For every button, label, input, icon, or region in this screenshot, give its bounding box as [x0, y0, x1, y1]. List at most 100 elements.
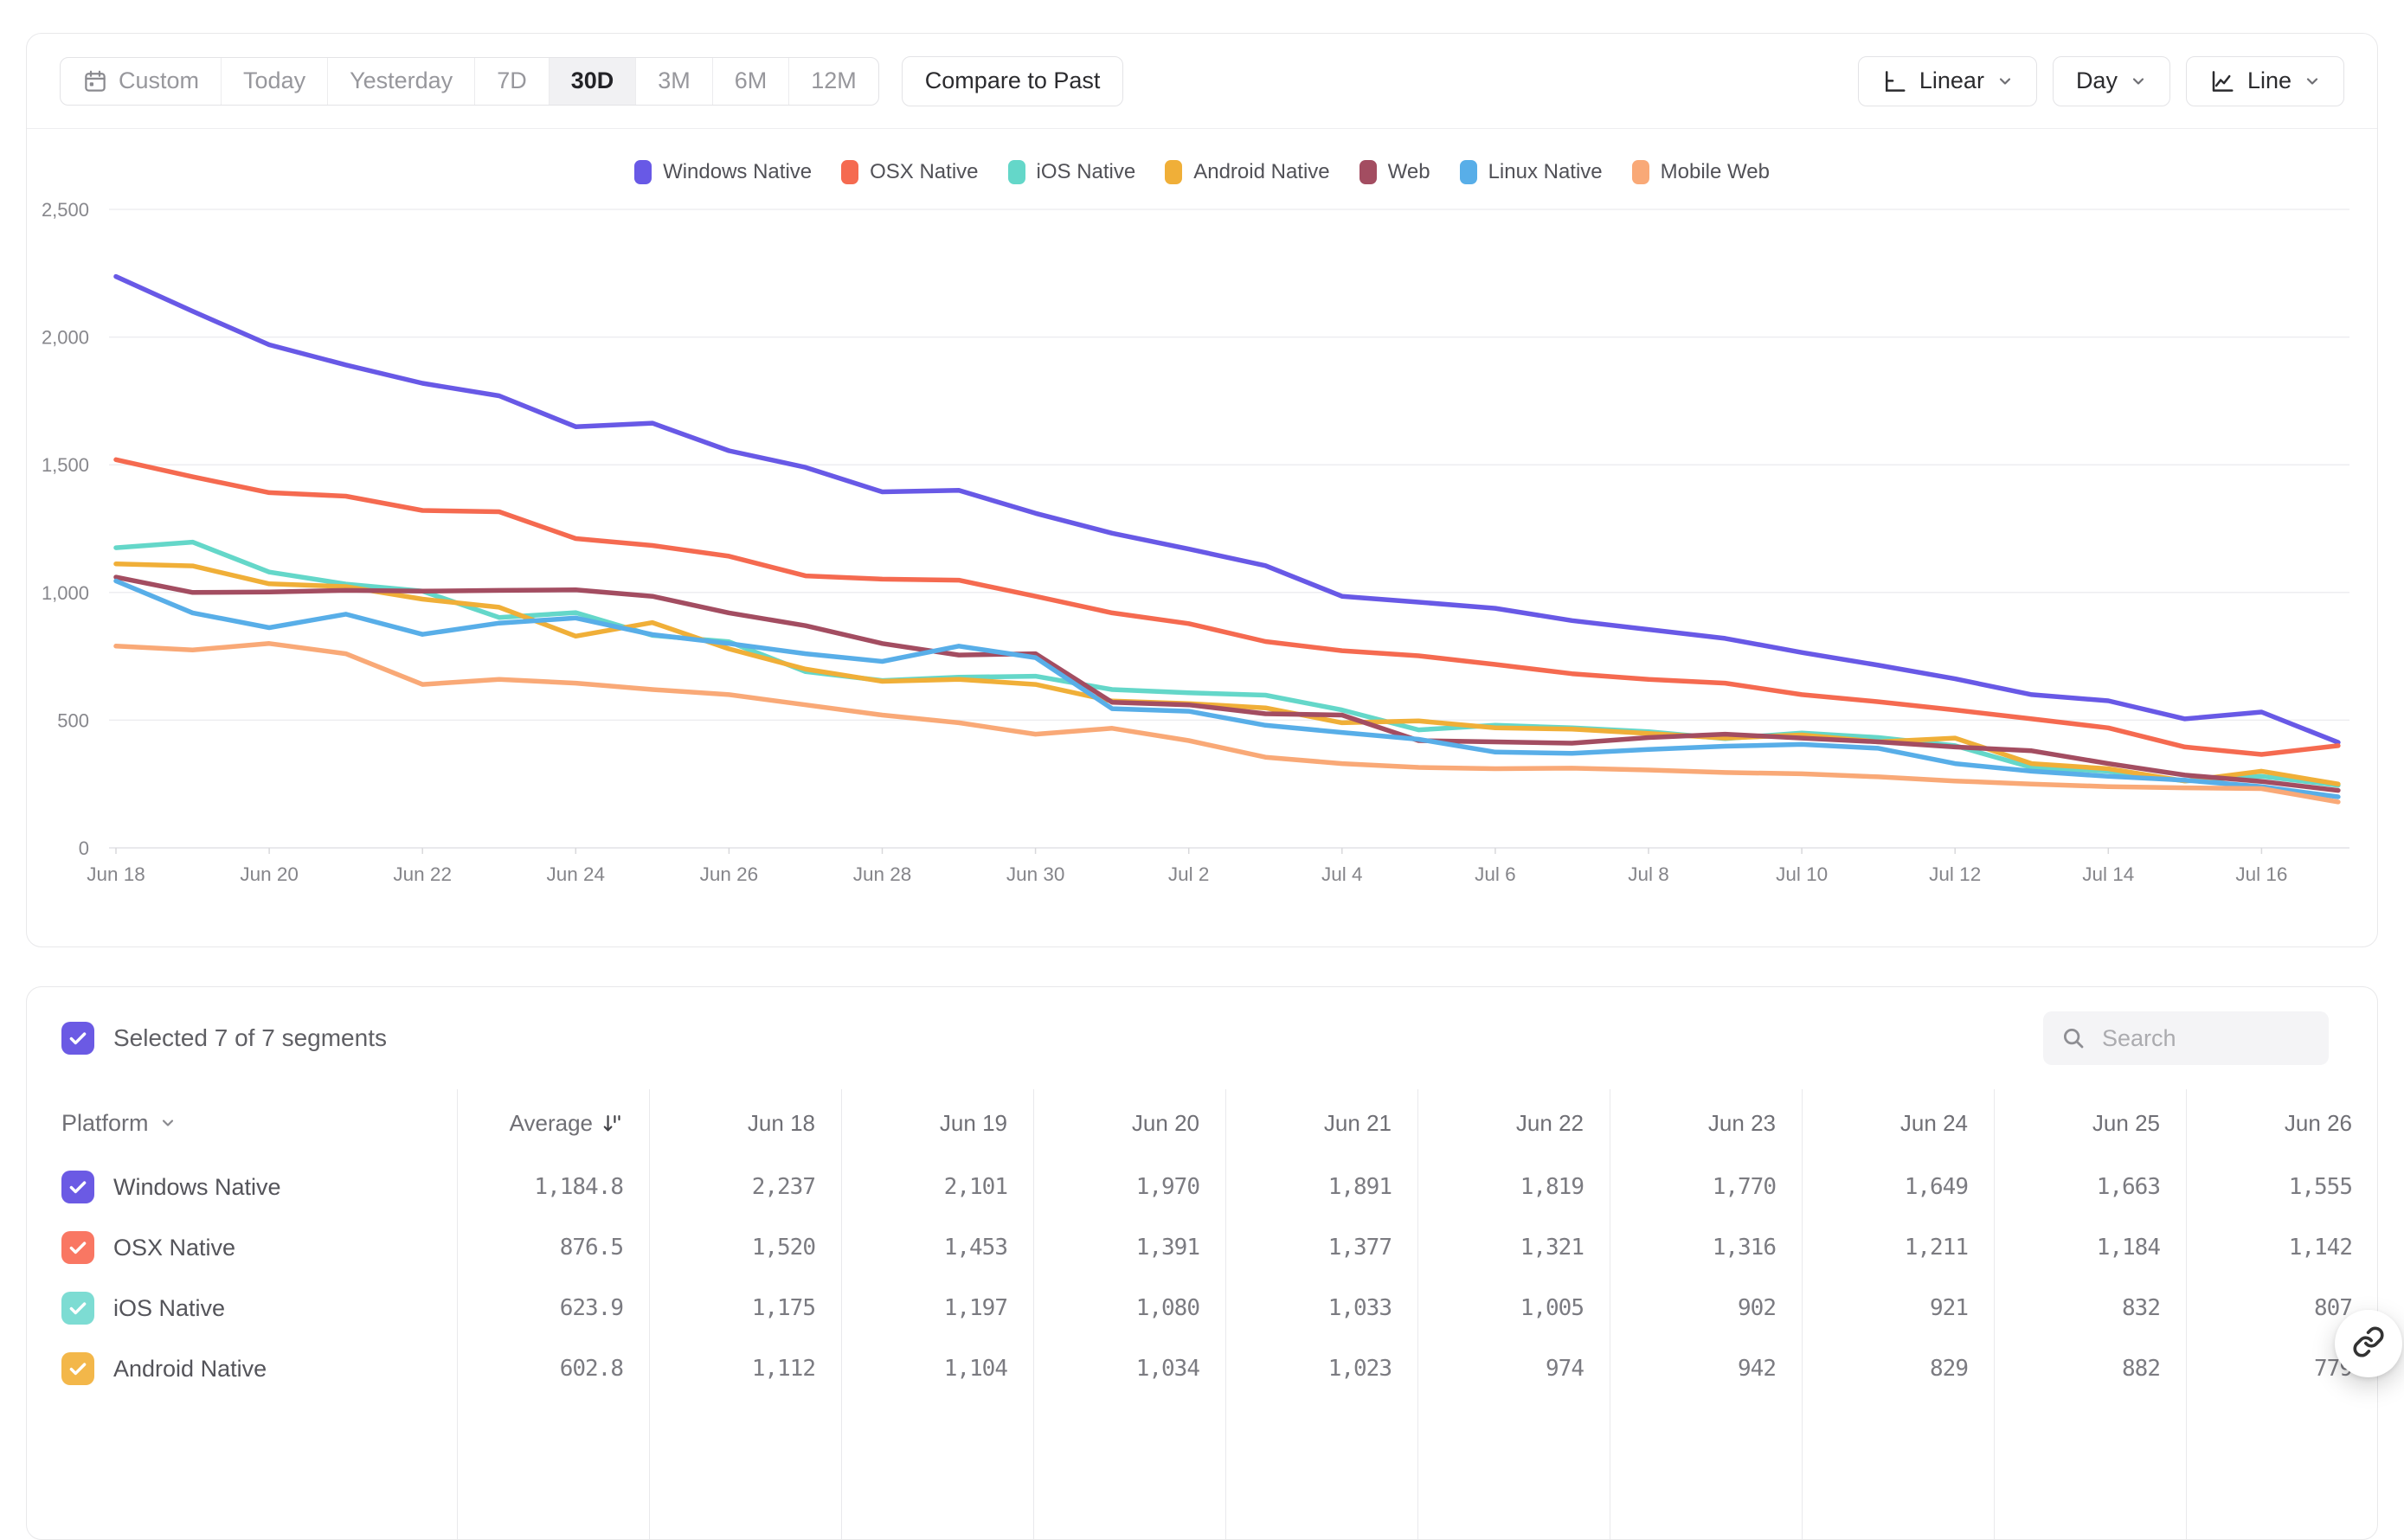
column-header-label: Average [510, 1110, 593, 1137]
platform-name: OSX Native [113, 1217, 235, 1278]
value-cell: 1,034 [1033, 1338, 1199, 1399]
column-header-jun-20[interactable]: Jun 20 [1033, 1089, 1199, 1157]
x-axis-label: Jun 30 [1006, 863, 1065, 885]
row-checkbox[interactable] [61, 1292, 94, 1325]
line-chart-canvas: 05001,0001,5002,0002,500Jun 18Jun 20Jun … [27, 34, 2379, 948]
x-axis-label: Jul 2 [1168, 863, 1210, 885]
value-cell: 1,184.8 [457, 1157, 623, 1217]
value-cell: 1,033 [1225, 1278, 1392, 1338]
x-axis-label: Jul 10 [1776, 863, 1828, 885]
value-cell: 921 [1802, 1278, 1968, 1338]
table-row-android-native: Android Native602.81,1121,1041,0341,0239… [27, 1338, 2377, 1399]
table-row-ios-native: iOS Native623.91,1751,1971,0801,0331,005… [27, 1278, 2377, 1338]
value-cell: 1,453 [841, 1217, 1007, 1278]
select-all-checkbox[interactable] [61, 1022, 94, 1055]
value-cell: 602.8 [457, 1338, 623, 1399]
y-axis-label: 1,000 [42, 582, 89, 604]
value-cell: 1,391 [1033, 1217, 1199, 1278]
value-cell: 1,175 [649, 1278, 815, 1338]
search-box [2043, 1011, 2329, 1065]
column-header-jun-24[interactable]: Jun 24 [1802, 1089, 1968, 1157]
column-header-label: Jun 18 [748, 1110, 815, 1137]
search-icon [2060, 1025, 2086, 1051]
x-axis-label: Jun 26 [700, 863, 759, 885]
value-cell: 807 [2186, 1278, 2352, 1338]
y-axis-label: 0 [79, 837, 89, 859]
chevron-down-icon [159, 1114, 177, 1132]
value-cell: 1,104 [841, 1338, 1007, 1399]
row-checkbox[interactable] [61, 1171, 94, 1203]
column-header-label: Jun 19 [940, 1110, 1007, 1137]
value-cell: 882 [1994, 1338, 2160, 1399]
value-cell: 1,321 [1417, 1217, 1584, 1278]
column-header-jun-25[interactable]: Jun 25 [1994, 1089, 2160, 1157]
value-cell: 1,770 [1610, 1157, 1776, 1217]
x-axis-label: Jul 6 [1475, 863, 1516, 885]
platform-name: Android Native [113, 1338, 267, 1399]
column-header-label: Jun 25 [2092, 1110, 2160, 1137]
column-header-jun-21[interactable]: Jun 21 [1225, 1089, 1392, 1157]
value-cell: 1,663 [1994, 1157, 2160, 1217]
value-cell: 1,520 [649, 1217, 815, 1278]
segments-table-card: Selected 7 of 7 segments Platform Average… [26, 986, 2378, 1540]
sort-descending-icon [600, 1112, 623, 1135]
value-cell: 1,377 [1225, 1217, 1392, 1278]
value-cell: 1,555 [2186, 1157, 2352, 1217]
platform-name: Windows Native [113, 1157, 281, 1217]
column-header-average[interactable]: Average [457, 1089, 623, 1157]
value-cell: 1,005 [1417, 1278, 1584, 1338]
column-header-label: Jun 26 [2285, 1110, 2352, 1137]
x-axis-label: Jul 12 [1929, 863, 1981, 885]
y-axis-label: 500 [57, 709, 89, 731]
table-header-row: Platform Average Jun 18 Jun 19 Jun 20 Jun 21 J… [27, 1089, 2377, 1157]
value-cell: 876.5 [457, 1217, 623, 1278]
column-header-jun-19[interactable]: Jun 19 [841, 1089, 1007, 1157]
value-cell: 974 [1417, 1338, 1584, 1399]
column-header-jun-22[interactable]: Jun 22 [1417, 1089, 1584, 1157]
row-checkbox[interactable] [61, 1231, 94, 1264]
value-cell: 942 [1610, 1338, 1776, 1399]
share-link-fab[interactable] [2335, 1310, 2402, 1377]
value-cell: 779 [2186, 1338, 2352, 1399]
value-cell: 1,023 [1225, 1338, 1392, 1399]
column-header-jun-26[interactable]: Jun 26 [2186, 1089, 2352, 1157]
chart-card: CustomTodayYesterday7D30D3M6M12M Compare… [26, 33, 2378, 947]
column-header-label: Jun 23 [1708, 1110, 1776, 1137]
x-axis-label: Jun 20 [240, 863, 299, 885]
column-header-platform[interactable]: Platform [61, 1089, 177, 1157]
value-cell: 1,184 [1994, 1217, 2160, 1278]
table-row-osx-native: OSX Native 876.5 1,520 1,453 1,391 1,377 1,321… [27, 1217, 2377, 1278]
value-cell: 1,080 [1033, 1278, 1199, 1338]
column-header-jun-18[interactable]: Jun 18 [649, 1089, 815, 1157]
column-header-label: Jun 24 [1900, 1110, 1968, 1137]
value-cell: 832 [1994, 1278, 2160, 1338]
column-header-jun-23[interactable]: Jun 23 [1610, 1089, 1776, 1157]
selected-segments-label: Selected 7 of 7 segments [113, 987, 387, 1089]
table-row-windows-native: Windows Native1,184.82,2372,1011,9701,89… [27, 1157, 2377, 1217]
x-axis-label: Jul 14 [2082, 863, 2134, 885]
x-axis-label: Jul 16 [2235, 863, 2287, 885]
value-cell: 902 [1610, 1278, 1776, 1338]
y-axis-label: 2,000 [42, 327, 89, 349]
value-cell: 2,237 [649, 1157, 815, 1217]
column-header-label: Jun 20 [1132, 1110, 1199, 1137]
y-axis-label: 1,500 [42, 454, 89, 476]
value-cell: 623.9 [457, 1278, 623, 1338]
x-axis-label: Jul 8 [1628, 863, 1669, 885]
row-checkbox[interactable] [61, 1352, 94, 1385]
value-cell: 1,819 [1417, 1157, 1584, 1217]
x-axis-label: Jun 28 [853, 863, 912, 885]
value-cell: 1,316 [1610, 1217, 1776, 1278]
platform-header-label: Platform [61, 1110, 149, 1137]
y-axis-label: 2,500 [42, 199, 89, 221]
search-input[interactable] [2100, 1024, 2311, 1053]
value-cell: 1,970 [1033, 1157, 1199, 1217]
link-icon [2352, 1325, 2385, 1363]
column-header-label: Jun 21 [1324, 1110, 1392, 1137]
value-cell: 1,891 [1225, 1157, 1392, 1217]
value-cell: 1,197 [841, 1278, 1007, 1338]
column-header-label: Jun 22 [1516, 1110, 1584, 1137]
x-axis-label: Jun 22 [393, 863, 452, 885]
value-cell: 1,649 [1802, 1157, 1968, 1217]
series-line-mobile-web [116, 644, 2338, 802]
